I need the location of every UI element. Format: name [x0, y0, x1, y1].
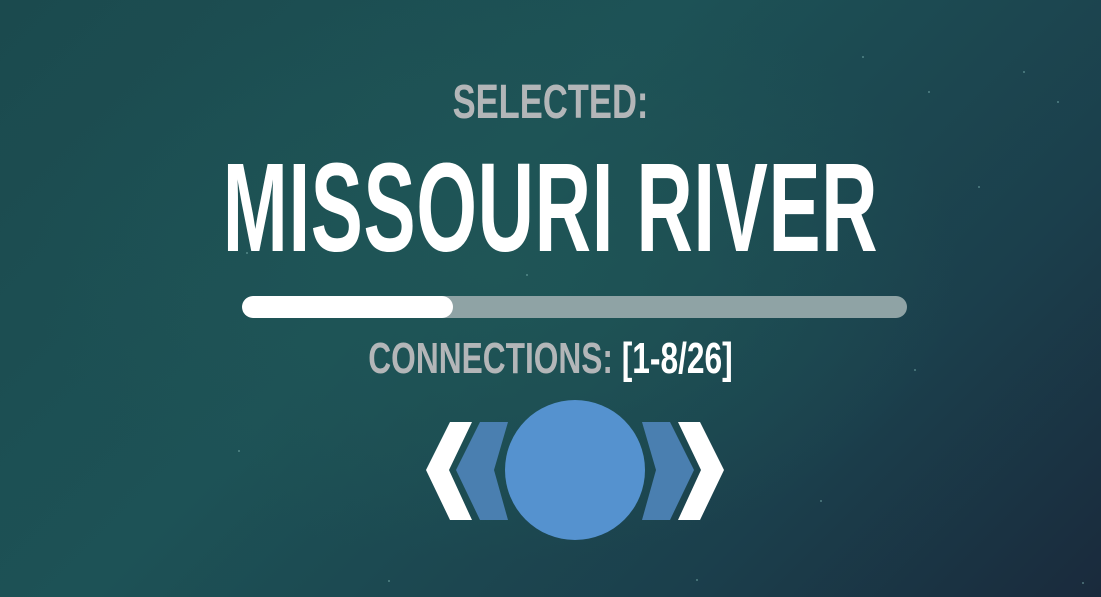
connections-counter: CONNECTIONS: [1-8/26]	[154, 332, 947, 386]
progress-bar	[242, 296, 907, 318]
next-button[interactable]	[642, 422, 724, 520]
connections-label: CONNECTIONS:	[368, 334, 613, 383]
progress-bar-fill	[242, 296, 453, 318]
previous-button[interactable]	[426, 422, 508, 520]
circle-icon[interactable]	[505, 400, 645, 540]
selected-river-name: MISSOURI RIVER	[222, 137, 879, 278]
connections-range: [1-8/26]	[621, 334, 733, 383]
selected-label: SELECTED:	[452, 76, 649, 129]
navigation-controls	[420, 398, 730, 548]
